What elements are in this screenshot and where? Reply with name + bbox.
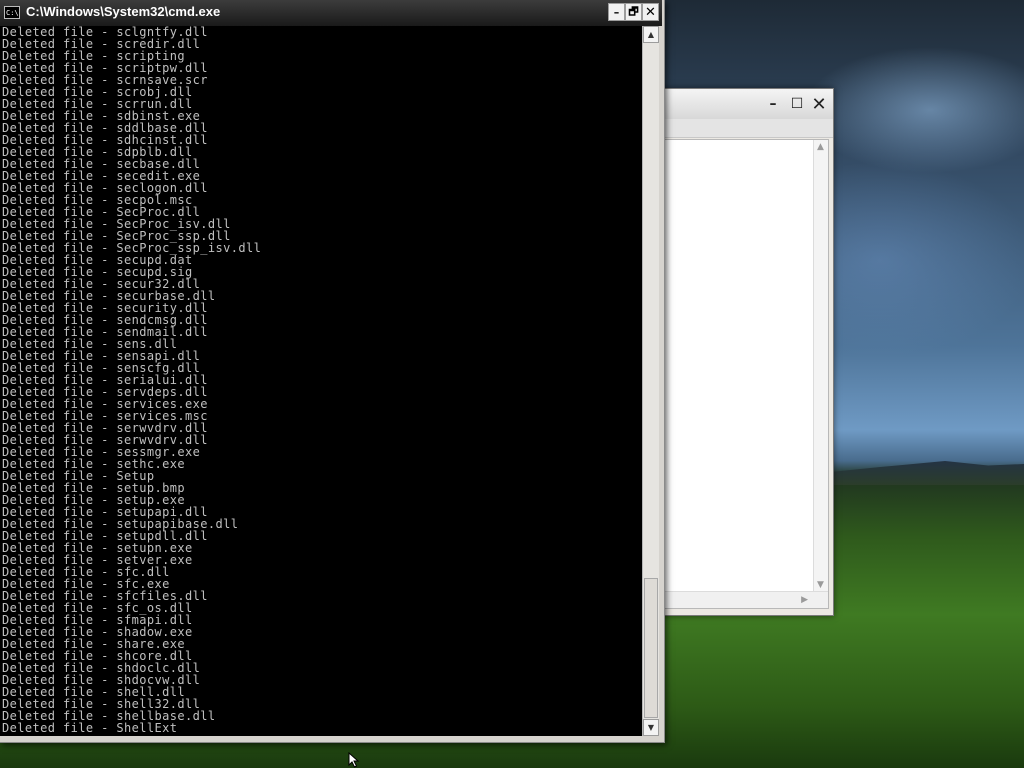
- background-close-button[interactable]: ✕: [809, 94, 829, 115]
- chevron-down-icon[interactable]: ▼: [817, 580, 824, 590]
- minimize-button[interactable]: –: [608, 3, 625, 21]
- background-minimize-button[interactable]: –: [763, 95, 783, 113]
- mouse-pointer-icon: [348, 752, 360, 768]
- chevron-up-icon[interactable]: ▲: [817, 142, 824, 152]
- vertical-scrollbar[interactable]: ▲ ▼: [642, 26, 659, 736]
- scroll-down-button[interactable]: ▼: [643, 719, 659, 736]
- restore-button[interactable]: 🗗: [625, 3, 642, 21]
- scroll-thumb[interactable]: [644, 578, 658, 718]
- console-output[interactable]: Deleted file - sclgntfy.dll Deleted file …: [0, 26, 642, 736]
- cmd-titlebar[interactable]: C:\ C:\Windows\System32\cmd.exe – 🗗 ✕: [0, 0, 662, 26]
- console-lines: Deleted file - sclgntfy.dll Deleted file …: [0, 26, 642, 734]
- background-maximize-button[interactable]: ☐: [787, 95, 807, 113]
- close-button[interactable]: ✕: [642, 3, 659, 21]
- cmd-icon[interactable]: C:\: [4, 6, 20, 19]
- console-line: Deleted file - ShellExt: [2, 721, 178, 735]
- scroll-up-button[interactable]: ▲: [643, 26, 659, 43]
- window-title: C:\Windows\System32\cmd.exe: [26, 4, 221, 19]
- cmd-window[interactable]: C:\ C:\Windows\System32\cmd.exe – 🗗 ✕ De…: [0, 0, 665, 743]
- chevron-down-icon: ▼: [647, 723, 655, 732]
- chevron-right-icon[interactable]: ▶: [801, 595, 808, 605]
- chevron-up-icon: ▲: [647, 30, 655, 39]
- background-vertical-scrollbar[interactable]: ▲ ▼: [813, 140, 828, 592]
